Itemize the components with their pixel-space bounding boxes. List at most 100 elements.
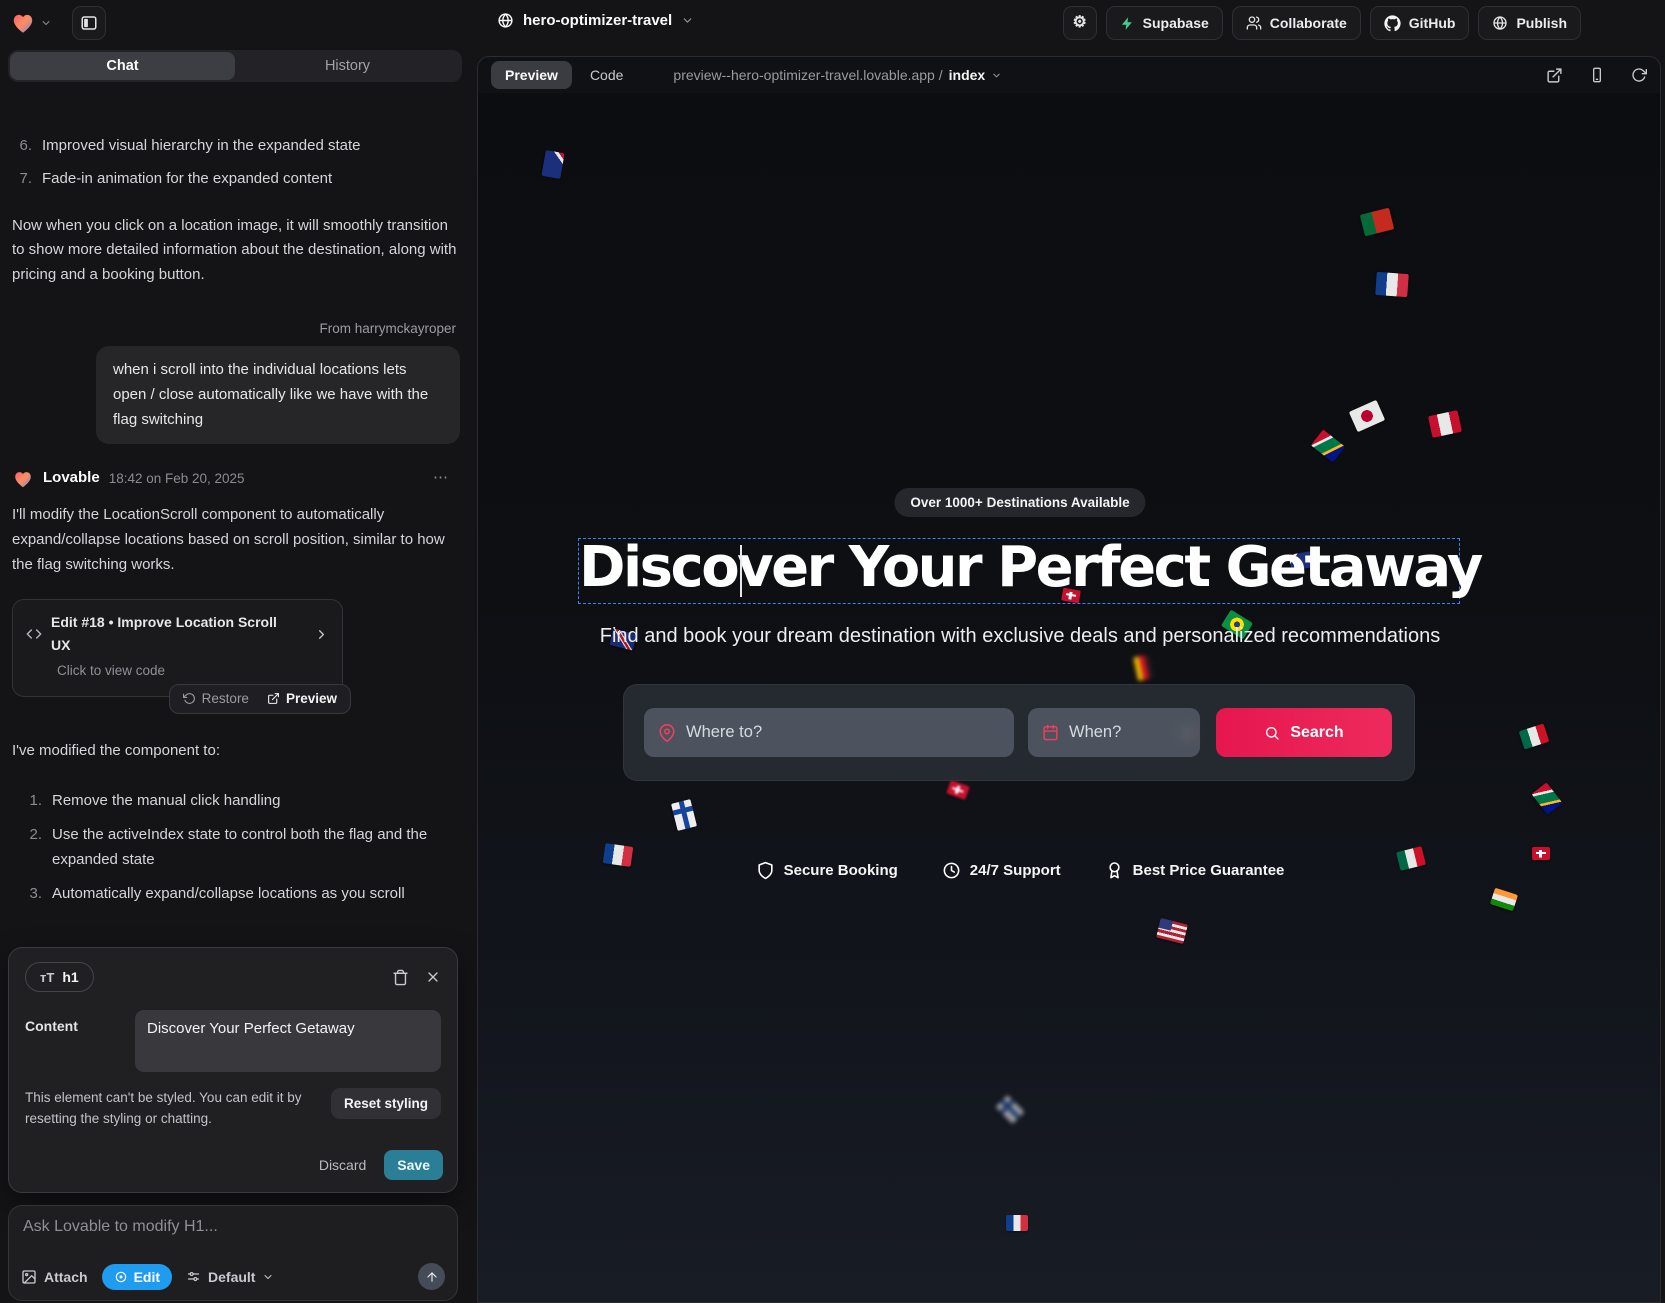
github-button[interactable]: GitHub xyxy=(1370,6,1470,40)
preview-label: Preview xyxy=(286,688,337,710)
discard-button[interactable]: Discard xyxy=(319,1157,366,1173)
settings-button[interactable]: ⚙ xyxy=(1063,6,1097,40)
list-text: Improved visual hierarchy in the expande… xyxy=(42,134,361,159)
tab-chat[interactable]: Chat xyxy=(10,52,235,80)
feature-label: Secure Booking xyxy=(784,862,898,879)
edit-card-wrap: Edit #18 • Improve Location Scroll UX Cl… xyxy=(12,599,343,696)
destination-input-wrap xyxy=(644,708,1014,757)
chat-sidebar: Chat History 6. Improved visual hierarch… xyxy=(0,46,470,1303)
chat-input-field[interactable] xyxy=(23,1218,443,1236)
award-icon xyxy=(1105,861,1124,880)
list-text: Remove the manual click handling xyxy=(52,789,280,814)
chevron-down-icon[interactable] xyxy=(40,17,52,29)
content-textarea[interactable]: Discover Your Perfect Getaway xyxy=(135,1010,441,1072)
assistant-paragraph: I'll modify the LocationScroll component… xyxy=(12,503,460,577)
globe-icon xyxy=(1492,15,1508,31)
type-icon: тT xyxy=(40,970,54,985)
lovable-heart-icon xyxy=(12,468,34,490)
h1-selection-box[interactable]: Discover Your Perfect Getaway xyxy=(579,539,1459,603)
image-icon xyxy=(21,1269,37,1285)
publish-button[interactable]: Publish xyxy=(1478,6,1581,40)
attach-button[interactable]: Attach xyxy=(21,1269,88,1285)
date-input[interactable] xyxy=(1069,723,1186,742)
text-caret xyxy=(740,545,742,597)
preview-panel: Preview Code preview--hero-optimizer-tra… xyxy=(477,56,1661,1303)
user-message-bubble: when i scroll into the individual locati… xyxy=(96,346,460,444)
top-bar: hero-optimizer-travel ⚙ Supabase Collabo… xyxy=(0,0,1665,46)
mode-selector[interactable]: Default xyxy=(186,1269,274,1285)
supabase-label: Supabase xyxy=(1143,15,1209,31)
hero-section: Over 1000+ Destinations Available Discov… xyxy=(478,93,1562,1302)
list-number: 1. xyxy=(22,789,42,814)
publish-label: Publish xyxy=(1516,15,1567,31)
close-icon[interactable] xyxy=(425,969,441,985)
list-number: 6. xyxy=(12,134,32,159)
chevron-down-icon xyxy=(262,1271,274,1283)
search-button[interactable]: Search xyxy=(1216,708,1392,757)
destination-input[interactable] xyxy=(686,723,1000,742)
mobile-view-icon[interactable] xyxy=(1589,67,1605,83)
clock-icon xyxy=(942,861,961,880)
preview-button[interactable]: Preview xyxy=(258,688,346,710)
search-icon xyxy=(1264,725,1280,741)
list-number: 3. xyxy=(22,882,42,901)
feature-label: 24/7 Support xyxy=(970,862,1061,879)
url-text: preview--hero-optimizer-travel.lovable.a… xyxy=(673,67,942,83)
save-button[interactable]: Save xyxy=(384,1150,443,1180)
lovable-logo-icon[interactable] xyxy=(10,10,36,36)
list-item: 2. Use the activeIndex state to control … xyxy=(22,823,460,873)
selected-element-tag[interactable]: тT h1 xyxy=(25,962,94,992)
send-button[interactable] xyxy=(418,1263,445,1290)
chat-list-main: 1. Remove the manual click handling 2. U… xyxy=(22,789,460,901)
destinations-badge: Over 1000+ Destinations Available xyxy=(894,488,1145,517)
feature-secure-booking: Secure Booking xyxy=(756,861,898,880)
collaborate-button[interactable]: Collaborate xyxy=(1232,6,1361,40)
project-name: hero-optimizer-travel xyxy=(523,12,672,29)
sidebar-toggle-button[interactable] xyxy=(72,6,106,40)
open-external-icon[interactable] xyxy=(1546,67,1563,84)
edit-code-card[interactable]: Edit #18 • Improve Location Scroll UX Cl… xyxy=(12,599,343,696)
reset-styling-button[interactable]: Reset styling xyxy=(331,1088,441,1119)
feature-best-price: Best Price Guarantee xyxy=(1105,861,1285,880)
edit-mode-button[interactable]: Edit xyxy=(102,1264,172,1290)
content-label: Content xyxy=(25,1010,121,1072)
mode-label: Default xyxy=(208,1269,255,1285)
assistant-paragraph: I've modified the component to: xyxy=(12,739,460,764)
refresh-icon[interactable] xyxy=(1631,67,1647,83)
url-page: index xyxy=(949,67,986,83)
chat-input-panel: Attach Edit Default xyxy=(8,1205,458,1301)
tab-preview[interactable]: Preview xyxy=(491,61,572,89)
chevron-down-icon xyxy=(991,70,1002,81)
feature-badges: Secure Booking 24/7 Support Best Price G… xyxy=(478,861,1562,880)
supabase-button[interactable]: Supabase xyxy=(1106,6,1223,40)
edit-mode-label: Edit xyxy=(134,1269,160,1285)
chat-list-top: 6. Improved visual hierarchy in the expa… xyxy=(12,134,460,192)
restore-button[interactable]: Restore xyxy=(174,688,258,710)
preview-url[interactable]: preview--hero-optimizer-travel.lovable.a… xyxy=(673,67,1002,83)
feature-label: Best Price Guarantee xyxy=(1133,862,1285,879)
globe-icon xyxy=(497,12,514,29)
app-root: hero-optimizer-travel ⚙ Supabase Collabo… xyxy=(0,0,1665,1303)
map-pin-icon xyxy=(658,724,676,742)
edit-card-title: Edit #18 • Improve Location Scroll UX xyxy=(51,611,296,657)
element-tag-label: h1 xyxy=(62,969,78,985)
more-options-icon[interactable]: ⋯ xyxy=(433,466,460,491)
project-selector[interactable]: hero-optimizer-travel xyxy=(497,12,694,29)
chevron-down-icon xyxy=(681,14,694,27)
list-number: 2. xyxy=(22,823,42,873)
tab-history[interactable]: History xyxy=(235,52,460,80)
hero-subtitle: Find and book your dream destination wit… xyxy=(478,625,1562,648)
hero-title[interactable]: Discover Your Perfect Getaway xyxy=(579,535,1459,600)
supabase-bolt-icon xyxy=(1120,16,1135,31)
search-label: Search xyxy=(1290,724,1343,742)
tab-code[interactable]: Code xyxy=(586,61,627,89)
sliders-icon xyxy=(186,1269,201,1284)
assistant-header: Lovable 18:42 on Feb 20, 2025 ⋯ xyxy=(12,466,460,491)
github-label: GitHub xyxy=(1409,15,1456,31)
edit-card-subtitle: Click to view code xyxy=(57,660,329,682)
shield-icon xyxy=(756,861,775,880)
collaborate-label: Collaborate xyxy=(1270,15,1347,31)
list-number: 7. xyxy=(12,167,32,192)
trash-icon[interactable] xyxy=(392,969,409,986)
message-author-label: From harrymckayroper xyxy=(12,318,460,340)
